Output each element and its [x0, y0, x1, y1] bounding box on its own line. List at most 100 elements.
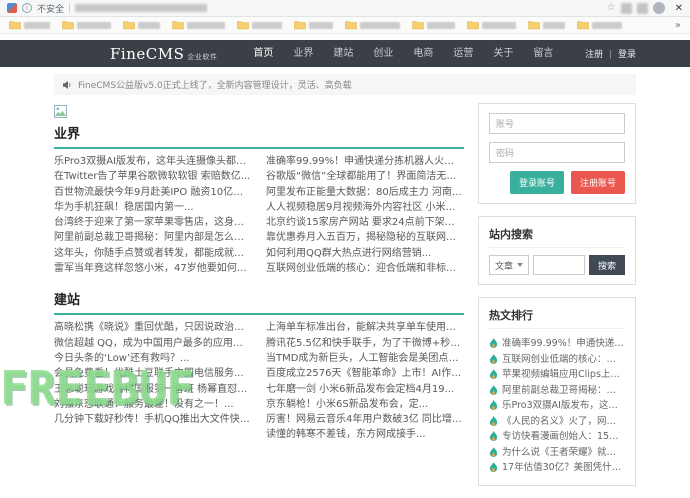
news-item[interactable]: 京东躺枪！小米6S新品发布会，定...: [266, 397, 464, 412]
news-item[interactable]: 阿里发布正能量大数据：80后成主力 河南省...: [266, 185, 464, 200]
folder-icon: [345, 20, 357, 30]
news-item[interactable]: 高晓松携《晓说》重回优酷，只因说政治正...: [54, 320, 252, 335]
bookmark-item[interactable]: [237, 20, 282, 30]
news-item[interactable]: 厉害！网易云音乐4年用户数破3亿 同比增长...: [266, 412, 464, 427]
hot-item[interactable]: 17年估值30亿？美图凭什么...: [489, 460, 625, 476]
bookmark-label-redacted: [309, 22, 333, 29]
hot-flame-icon: [489, 447, 498, 458]
login-link[interactable]: 登录: [618, 50, 636, 60]
news-item[interactable]: 阿里前副总裁卫哥揭秘：阿里内部是怎么创业...: [54, 230, 252, 245]
nav-item-message[interactable]: 留言: [523, 40, 563, 67]
news-item[interactable]: 乐Pro3双摄AI版发布，这年头连摄像头都要贴...: [54, 154, 252, 169]
hot-flame-icon: [489, 354, 498, 365]
news-item[interactable]: 七年磨一剑 小米6新品发布会定档4月19...: [266, 382, 464, 397]
folder-icon: [528, 20, 540, 30]
hot-item[interactable]: 苹果视频编辑应用Clips上架4天下载量...: [489, 367, 625, 383]
extension-icon-redacted[interactable]: [621, 3, 632, 14]
news-item[interactable]: 华为手机狂飙！稳居国内第一...: [54, 200, 252, 215]
bookmark-label-redacted: [360, 22, 400, 29]
browser-address-bar: i 不安全 ☆ ✕: [0, 0, 690, 17]
bookmark-item[interactable]: [467, 20, 516, 30]
hot-item[interactable]: 专访快看漫画创始人：15亿估值刷新漫...: [489, 429, 625, 445]
hot-flame-icon: [489, 369, 498, 380]
hot-item[interactable]: 《人民的名义》火了，网易云阅读大V...: [489, 414, 625, 430]
news-item[interactable]: 如何利用QQ群大热点进行网络营销...: [266, 246, 464, 261]
news-item[interactable]: 刘强东怼联通：服务最差！没有之一！...: [54, 397, 252, 412]
bookmark-label-redacted: [543, 22, 565, 29]
info-icon[interactable]: i: [22, 3, 32, 13]
hot-item[interactable]: 准确率99.99%！申通快递分拣机器人火...: [489, 336, 625, 352]
news-item[interactable]: 北京约谈15家房产网站 要求24点前下架全部...: [266, 215, 464, 230]
main-area: 业界 乐Pro3双摄AI版发布，这年头连摄像头都要贴...在Twitter告了苹…: [54, 103, 636, 498]
bookmark-item[interactable]: [172, 20, 225, 30]
announcement-bar: FineCMS公益版v5.0正式上线了，全新内容管理设计，灵活、高负载: [54, 74, 636, 95]
profile-avatar[interactable]: [653, 2, 665, 14]
news-item[interactable]: 谷歌版“微信”全球都能用了！界面简洁无广告...: [266, 169, 464, 184]
news-item[interactable]: 微信超越 QQ，成为中国用户最多的应用程...: [54, 336, 252, 351]
nav-item-operations[interactable]: 运营: [443, 40, 483, 67]
window-close-button[interactable]: ✕: [675, 3, 683, 14]
bookmark-item[interactable]: [412, 20, 455, 30]
hot-item-title: 乐Pro3双摄AI版发布，这年头连摄像头...: [502, 398, 625, 414]
nav-item-sitebuilding[interactable]: 建站: [323, 40, 363, 67]
nav-item-industry[interactable]: 业界: [283, 40, 323, 67]
account-input[interactable]: [489, 113, 625, 134]
search-button[interactable]: 搜索: [589, 255, 625, 275]
news-item[interactable]: 王思聪玩游戏自称国服第一鲁班 杨幂直怼吃不...: [54, 382, 252, 397]
nav-item-about[interactable]: 关于: [483, 40, 523, 67]
password-input[interactable]: [489, 142, 625, 163]
news-item[interactable]: 准确率99.99%！申通快递分拣机器人火了 外...: [266, 154, 464, 169]
news-item[interactable]: 台湾终于迎来了第一家苹果零售店，这身临其...: [54, 215, 252, 230]
news-item[interactable]: 百世物流最快今年9月赴美IPO 融资10亿美元...: [54, 185, 252, 200]
news-item[interactable]: 会员免费看！优酷土豆联手中国电信服务...: [54, 366, 252, 381]
hot-item-title: 准确率99.99%！申通快递分拣机器人火...: [502, 336, 625, 352]
url-redacted[interactable]: [75, 4, 207, 12]
news-item[interactable]: 腾讯花5.5亿和快手联手，为了干微博+秒拍...: [266, 336, 464, 351]
bookmark-item[interactable]: [62, 20, 111, 30]
register-button[interactable]: 注册账号: [571, 171, 625, 194]
nav-item-home[interactable]: 首页: [243, 40, 283, 67]
extension-icon-redacted[interactable]: [637, 3, 648, 14]
bookmark-item[interactable]: [528, 20, 565, 30]
search-input[interactable]: [533, 255, 585, 275]
news-item[interactable]: 互联网创业低端的核心：迎合低端和非标准需...: [266, 261, 464, 276]
news-item[interactable]: 在Twitter告了苹果谷歌微软软银 索赔数亿...: [54, 169, 252, 184]
news-item[interactable]: 上海单车标准出台，能解决共享单车使用乱象...: [266, 320, 464, 335]
bookmark-item[interactable]: [9, 20, 50, 30]
news-item[interactable]: 靠优惠券月入五百万，揭秘隐秘的互联网项...: [266, 230, 464, 245]
logo-subtitle: 企业软件: [187, 52, 217, 62]
news-item[interactable]: 几分钟下载好秒传！手机QQ推出大文件快速...: [54, 412, 252, 427]
bookmark-item[interactable]: [123, 20, 160, 30]
speaker-icon: [62, 80, 72, 90]
news-item[interactable]: 雷军当年竟这样忽悠小米，47岁他要如何证明自...: [54, 261, 252, 276]
hot-item[interactable]: 阿里前副总裁卫哥揭秘：阿里内部是怎...: [489, 383, 625, 399]
news-item[interactable]: 这年头，你随手点赞或者转发，都能成就别人月入...: [54, 246, 252, 261]
site-logo[interactable]: FineCMS 企业软件: [110, 45, 217, 63]
register-link[interactable]: 注册: [585, 50, 603, 60]
nav-item-ecommerce[interactable]: 电商: [403, 40, 443, 67]
bookmarks-overflow-icon[interactable]: »: [675, 20, 681, 31]
bookmark-item[interactable]: [577, 20, 622, 30]
sidebar: 登录账号 注册账号 站内搜索 文章 搜索 热文排行 准确率99.99%！申通快递…: [478, 103, 636, 498]
nav-item-startup[interactable]: 创业: [363, 40, 403, 67]
bookmark-item[interactable]: [294, 20, 333, 30]
hot-ranking-title: 热文排行: [489, 307, 625, 329]
security-label: 不安全: [37, 2, 64, 15]
news-item[interactable]: 今日头条的‘Low’还有救吗？...: [54, 351, 252, 366]
hot-item[interactable]: 为什么说《王者荣耀》就是腾讯游戏业...: [489, 445, 625, 461]
bookmark-star-icon[interactable]: ☆: [607, 3, 616, 13]
folder-icon: [62, 20, 74, 30]
login-button[interactable]: 登录账号: [510, 171, 564, 194]
section-industry: 业界 乐Pro3双摄AI版发布，这年头连摄像头都要贴...在Twitter告了苹…: [54, 123, 464, 276]
bookmark-item[interactable]: [345, 20, 400, 30]
news-item[interactable]: 百度成立2576天《智能革命》上市！AI作序...: [266, 366, 464, 381]
hot-item[interactable]: 互联网创业低端的核心：迎合低端和标...: [489, 352, 625, 368]
announcement-text[interactable]: FineCMS公益版v5.0正式上线了，全新内容管理设计，灵活、高负载: [78, 78, 352, 91]
hot-item[interactable]: 乐Pro3双摄AI版发布，这年头连摄像头...: [489, 398, 625, 414]
hot-item-title: 阿里前副总裁卫哥揭秘：阿里内部是怎...: [502, 383, 625, 399]
news-item[interactable]: 当TMD成为新巨头，人工智能会是美团点评一...: [266, 351, 464, 366]
news-item[interactable]: 人人视频稳居9月视频海外内容社区 小米百度...: [266, 200, 464, 215]
news-item[interactable]: 读懂的韩寒不差钱，东方网成接手...: [266, 427, 464, 442]
search-type-select[interactable]: 文章: [489, 255, 529, 275]
hot-item-title: 专访快看漫画创始人：15亿估值刷新漫...: [502, 429, 625, 445]
